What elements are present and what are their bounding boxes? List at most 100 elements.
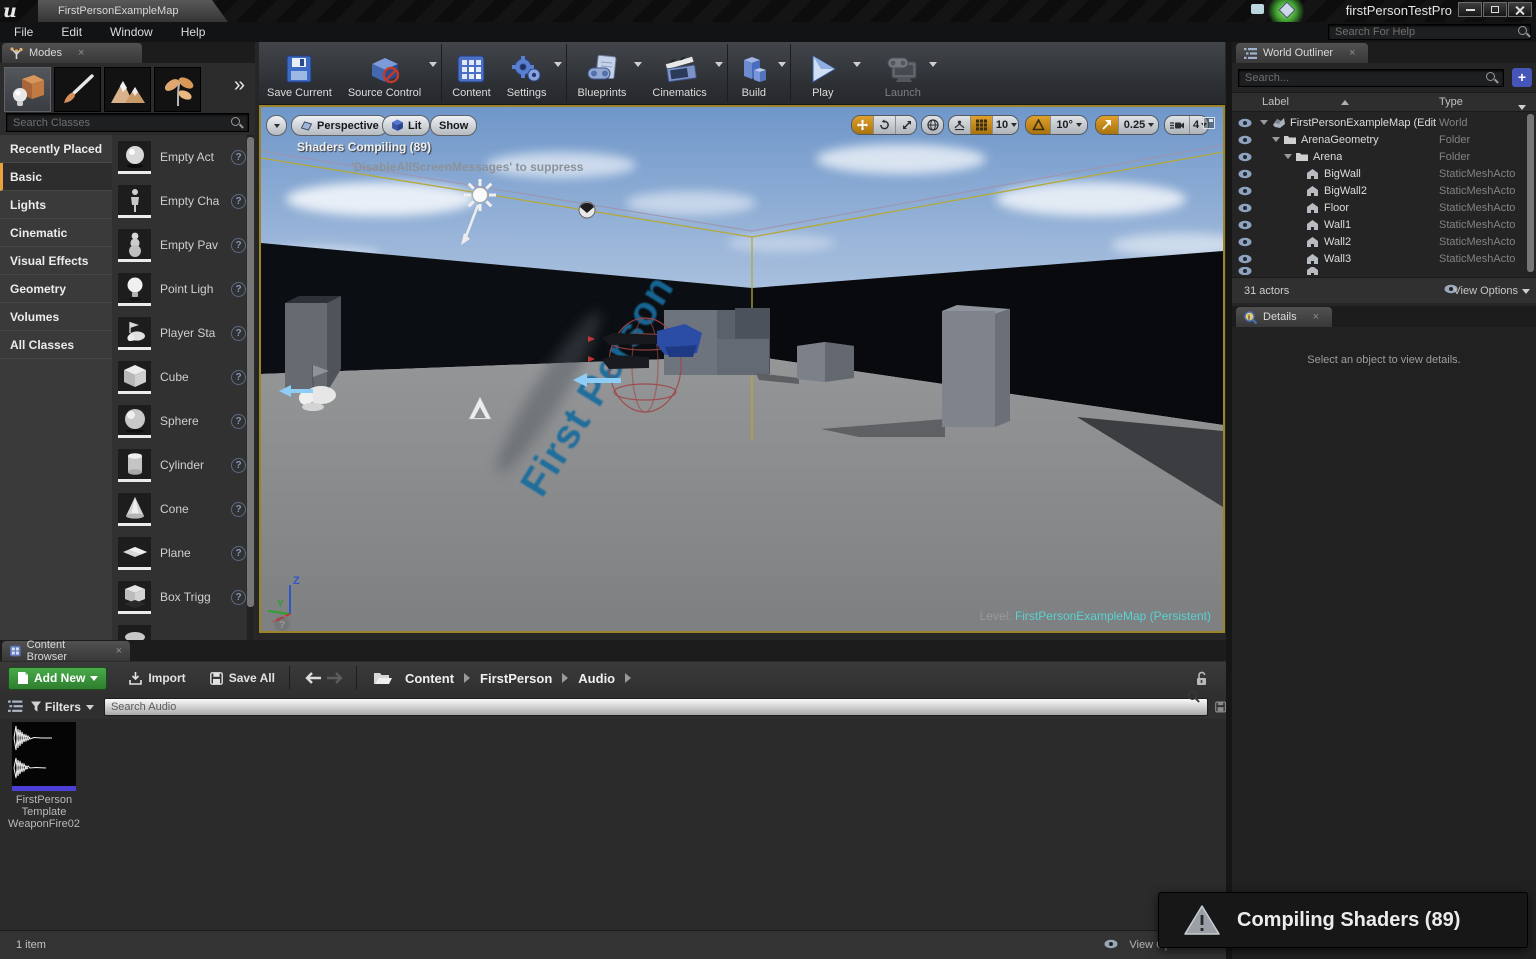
- help-search-input[interactable]: [1328, 24, 1531, 40]
- content-button[interactable]: Content: [444, 42, 499, 104]
- place-item-point-light[interactable]: Point Ligh ?: [112, 267, 246, 311]
- place-item-box-trigger[interactable]: Box Trigg ?: [112, 575, 246, 619]
- maximize-viewport-button[interactable]: [1203, 117, 1215, 129]
- save-all-button[interactable]: Save All: [198, 671, 287, 685]
- visibility-eye-icon[interactable]: [1238, 169, 1252, 179]
- filters-label[interactable]: Filters: [45, 700, 81, 714]
- outliner-row-actor[interactable]: Floor StaticMeshActo: [1232, 199, 1536, 216]
- place-item-partial[interactable]: [112, 619, 246, 640]
- place-item-empty-character[interactable]: Empty Cha ?: [112, 179, 246, 223]
- menu-edit[interactable]: Edit: [47, 25, 96, 39]
- import-button[interactable]: Import: [117, 671, 197, 685]
- asset-tile-weaponfire[interactable]: FirstPerson Template WeaponFire02: [6, 722, 82, 830]
- help-icon[interactable]: ?: [231, 326, 246, 341]
- menu-window[interactable]: Window: [96, 25, 167, 39]
- rotation-snap-toggle[interactable]: [1026, 116, 1051, 134]
- level-viewport[interactable]: First Person: [259, 105, 1225, 633]
- source-control-caret-icon[interactable]: [429, 62, 437, 67]
- search-classes-input[interactable]: [6, 113, 249, 132]
- outliner-row-actor[interactable]: Wall1 StaticMeshActo: [1232, 216, 1536, 233]
- breadcrumb-firstperson[interactable]: FirstPerson: [474, 671, 558, 686]
- save-search-icon[interactable]: [1215, 701, 1226, 713]
- play-button[interactable]: Play: [793, 42, 853, 104]
- forward-arrow-icon[interactable]: [326, 671, 344, 685]
- category-all-classes[interactable]: All Classes: [0, 331, 112, 359]
- visibility-eye-icon[interactable]: [1238, 118, 1252, 128]
- category-lights[interactable]: Lights: [0, 191, 112, 219]
- launch-button[interactable]: Launch: [877, 42, 929, 104]
- breadcrumb-content[interactable]: Content: [399, 671, 460, 686]
- camera-speed-button[interactable]: [1165, 116, 1190, 134]
- category-volumes[interactable]: Volumes: [0, 303, 112, 331]
- place-item-cube[interactable]: Cube ?: [112, 355, 246, 399]
- save-current-button[interactable]: Save Current: [259, 42, 340, 104]
- help-icon[interactable]: ?: [231, 282, 246, 297]
- help-icon[interactable]: ?: [231, 590, 246, 605]
- rotation-snap-value-button[interactable]: 10°: [1051, 116, 1087, 134]
- modes-close-icon[interactable]: ×: [78, 47, 84, 59]
- outliner-row-actor[interactable]: BigWall StaticMeshActo: [1232, 165, 1536, 182]
- scale-snap-toggle[interactable]: [1096, 116, 1119, 134]
- scale-snap-value-button[interactable]: 0.25: [1119, 116, 1159, 134]
- sources-panel-icon[interactable]: [8, 700, 23, 713]
- help-icon[interactable]: ?: [231, 546, 246, 561]
- launch-caret-icon[interactable]: [929, 62, 937, 67]
- window-tab[interactable]: FirstPersonExampleMap: [38, 0, 228, 22]
- help-icon[interactable]: ?: [231, 238, 246, 253]
- outliner-add-icon[interactable]: +: [1512, 68, 1532, 87]
- visibility-eye-icon[interactable]: [1238, 152, 1252, 162]
- help-icon[interactable]: ?: [231, 194, 246, 209]
- outliner-row-partial[interactable]: [1232, 267, 1536, 275]
- rotate-tool-button[interactable]: [874, 116, 896, 134]
- tab-content-browser[interactable]: Content Browser ×: [2, 641, 130, 661]
- world-local-toggle[interactable]: [921, 115, 944, 135]
- show-button[interactable]: Show: [430, 115, 477, 136]
- tab-world-outliner[interactable]: World Outliner ×: [1236, 43, 1368, 63]
- visibility-eye-icon[interactable]: [1238, 220, 1252, 230]
- place-item-empty-actor[interactable]: Empty Act ?: [112, 135, 246, 179]
- place-item-plane[interactable]: Plane ?: [112, 531, 246, 575]
- outliner-row-folder[interactable]: Arena Folder: [1232, 148, 1536, 165]
- sort-ascending-icon[interactable]: [1341, 100, 1349, 105]
- help-icon[interactable]: ?: [231, 414, 246, 429]
- viewport-scene[interactable]: First Person: [261, 107, 1223, 631]
- outliner-row-actor[interactable]: Wall3 StaticMeshActo: [1232, 250, 1536, 267]
- visibility-eye-icon[interactable]: [1238, 203, 1252, 213]
- perspective-button[interactable]: Perspective: [291, 115, 388, 136]
- visibility-eye-icon[interactable]: [1238, 186, 1252, 196]
- place-item-cylinder[interactable]: Cylinder ?: [112, 443, 246, 487]
- type-filter-caret-icon[interactable]: [1518, 105, 1526, 110]
- column-label[interactable]: Label: [1262, 96, 1289, 108]
- place-item-player-start[interactable]: Player Sta ?: [112, 311, 246, 355]
- maximize-button[interactable]: [1483, 2, 1507, 17]
- place-item-empty-pawn[interactable]: Empty Pav ?: [112, 223, 246, 267]
- grid-snap-value-button[interactable]: 10: [993, 116, 1019, 134]
- visibility-eye-icon[interactable]: [1238, 254, 1252, 264]
- outliner-close-icon[interactable]: ×: [1349, 47, 1355, 59]
- expander-icon[interactable]: [1284, 154, 1292, 159]
- surface-snap-button[interactable]: [949, 116, 971, 134]
- column-type[interactable]: Type: [1439, 96, 1463, 108]
- tab-details[interactable]: i Details ×: [1236, 307, 1332, 327]
- mode-foliage-button[interactable]: [154, 67, 201, 112]
- category-visual-effects[interactable]: Visual Effects: [0, 247, 112, 275]
- outliner-row-actor[interactable]: Wall2 StaticMeshActo: [1232, 233, 1536, 250]
- visibility-eye-icon[interactable]: [1238, 237, 1252, 247]
- tab-modes[interactable]: Modes ×: [2, 43, 142, 63]
- search-audio-input[interactable]: [104, 698, 1208, 716]
- place-item-cone[interactable]: Cone ?: [112, 487, 246, 531]
- blueprints-caret-icon[interactable]: [634, 62, 642, 67]
- blueprints-button[interactable]: Blueprints: [569, 42, 634, 104]
- sky-sphere-sprite[interactable]: [579, 202, 595, 218]
- close-button[interactable]: [1508, 2, 1532, 17]
- outliner-row-actor[interactable]: BigWall2 StaticMeshActo: [1232, 182, 1536, 199]
- visibility-eye-icon[interactable]: [1238, 135, 1252, 145]
- content-browser-close-icon[interactable]: ×: [116, 645, 122, 657]
- help-icon[interactable]: ?: [231, 370, 246, 385]
- place-item-sphere[interactable]: Sphere ?: [112, 399, 246, 443]
- chat-bubble-icon[interactable]: [1251, 4, 1264, 14]
- move-tool-button[interactable]: [852, 116, 874, 134]
- viewport-options-button[interactable]: [266, 115, 287, 136]
- modes-scrollbar[interactable]: [247, 135, 254, 640]
- settings-caret-icon[interactable]: [554, 62, 562, 67]
